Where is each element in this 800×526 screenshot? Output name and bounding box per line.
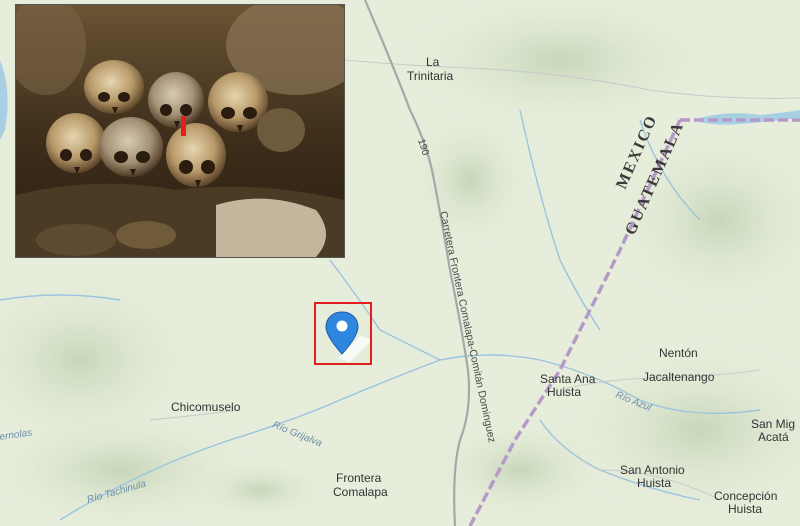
- place-frontera-comalapa-line1[interactable]: Frontera: [336, 471, 382, 485]
- place-santa-ana-huista-line1[interactable]: Santa Ana: [540, 372, 596, 386]
- place-concepcion-huista-line1[interactable]: Concepción: [714, 489, 777, 503]
- place-frontera-comalapa-line2[interactable]: Comalapa: [333, 485, 388, 499]
- place-santa-ana-huista-line2[interactable]: Huista: [547, 385, 581, 399]
- skull-cave-photo: [15, 4, 345, 258]
- place-jacaltenango[interactable]: Jacaltenango: [643, 370, 715, 384]
- place-san-miguel-acatan-line1[interactable]: San Mig: [751, 417, 795, 431]
- place-san-antonio-huista-line2[interactable]: Huista: [637, 476, 671, 490]
- place-concepcion-huista-line2[interactable]: Huista: [728, 502, 762, 516]
- place-la-trinitaria-line2[interactable]: Trinitaria: [407, 69, 454, 83]
- skull-cave-image: [16, 5, 344, 257]
- place-la-trinitaria-line1[interactable]: La: [426, 55, 440, 69]
- place-san-antonio-huista-line1[interactable]: San Antonio: [620, 463, 685, 477]
- place-chicomuselo[interactable]: Chicomuselo: [171, 400, 241, 414]
- place-san-miguel-acatan-line2[interactable]: Acatá: [758, 430, 789, 444]
- location-pin-icon[interactable]: [322, 310, 372, 362]
- photo-marker: [181, 116, 186, 136]
- place-nenton[interactable]: Nentón: [659, 346, 698, 360]
